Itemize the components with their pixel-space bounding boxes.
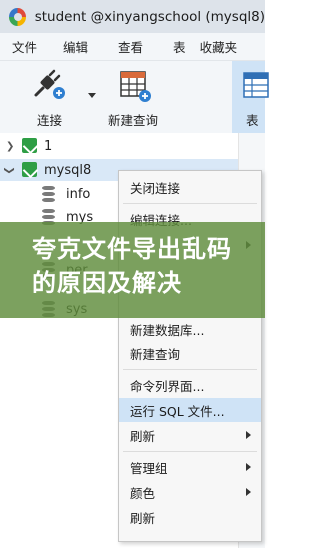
new-query-button[interactable]: 新建查询 — [104, 61, 184, 133]
tree-item-connection-1[interactable]: ❯ 1 — [0, 135, 238, 157]
ctx-command-line[interactable]: 命令列界面... — [119, 373, 261, 397]
tree-item-label: 1 — [44, 138, 53, 154]
menu-divider — [123, 369, 257, 370]
menu-bar: 文件 编辑 查看 表 收藏夹 — [0, 33, 265, 61]
ctx-close-connection[interactable]: 关闭连接 — [119, 175, 261, 199]
connect-label: 连接 — [37, 113, 63, 128]
submenu-arrow-icon — [246, 463, 251, 471]
ctx-item-label: 刷新 — [130, 510, 156, 526]
ctx-item-label: 颜色 — [130, 485, 156, 501]
menu-favorites[interactable]: 收藏夹 — [200, 37, 238, 56]
submenu-arrow-icon — [246, 488, 251, 496]
ctx-item-label: 新建数据库... — [130, 322, 205, 338]
ctx-color[interactable]: 颜色 — [119, 480, 261, 504]
tree-item-label: info — [66, 186, 91, 202]
new-query-label: 新建查询 — [108, 113, 159, 128]
ctx-refresh[interactable]: 刷新 — [119, 505, 261, 529]
ctx-run-sql-file[interactable]: 运行 SQL 文件... — [119, 398, 261, 422]
ctx-new-database[interactable]: 新建数据库... — [119, 317, 261, 341]
ctx-refresh-submenu[interactable]: 刷新 — [119, 423, 261, 447]
banner-title: 夸克文件导出乱码的原因及解决 — [32, 235, 232, 297]
connection-icon — [22, 162, 37, 177]
table-button[interactable]: 表 — [232, 61, 269, 133]
ctx-new-query[interactable]: 新建查询 — [119, 341, 261, 365]
menu-divider — [123, 451, 257, 452]
connect-button[interactable]: 连接 — [20, 61, 80, 133]
title-bar: student @xinyangschool (mysql8) — [0, 0, 265, 33]
table-label: 表 — [246, 113, 259, 128]
ctx-manage-group[interactable]: 管理组 — [119, 455, 261, 479]
menu-file[interactable]: 文件 — [12, 37, 37, 56]
menu-divider — [123, 203, 257, 204]
table-query-icon — [120, 71, 151, 102]
expand-arrow-icon[interactable]: ❯ — [6, 141, 14, 152]
connect-dropdown-caret[interactable] — [88, 93, 96, 98]
ctx-item-label: 关闭连接 — [130, 180, 181, 196]
connection-icon — [22, 138, 37, 153]
plug-icon — [34, 69, 65, 99]
database-icon — [42, 186, 55, 202]
window-title: student @xinyangschool (mysql8) — [34, 8, 265, 25]
menu-view[interactable]: 查看 — [118, 37, 143, 56]
tree-item-label: mysql8 — [44, 162, 92, 178]
submenu-arrow-icon — [246, 431, 251, 439]
menu-edit[interactable]: 编辑 — [63, 37, 88, 56]
ctx-item-label: 刷新 — [130, 428, 156, 444]
toolbar: 连接 新建查询 表 — [0, 61, 269, 133]
app-logo-icon — [9, 7, 26, 26]
table-icon — [243, 72, 269, 98]
ctx-item-label: 运行 SQL 文件... — [130, 403, 225, 419]
ctx-item-label: 管理组 — [130, 460, 168, 476]
collapse-arrow-icon[interactable]: ❯ — [4, 166, 15, 174]
menu-table[interactable]: 表 — [173, 37, 186, 56]
ctx-item-label: 新建查询 — [130, 346, 181, 362]
ctx-item-label: 命令列界面... — [130, 378, 205, 394]
